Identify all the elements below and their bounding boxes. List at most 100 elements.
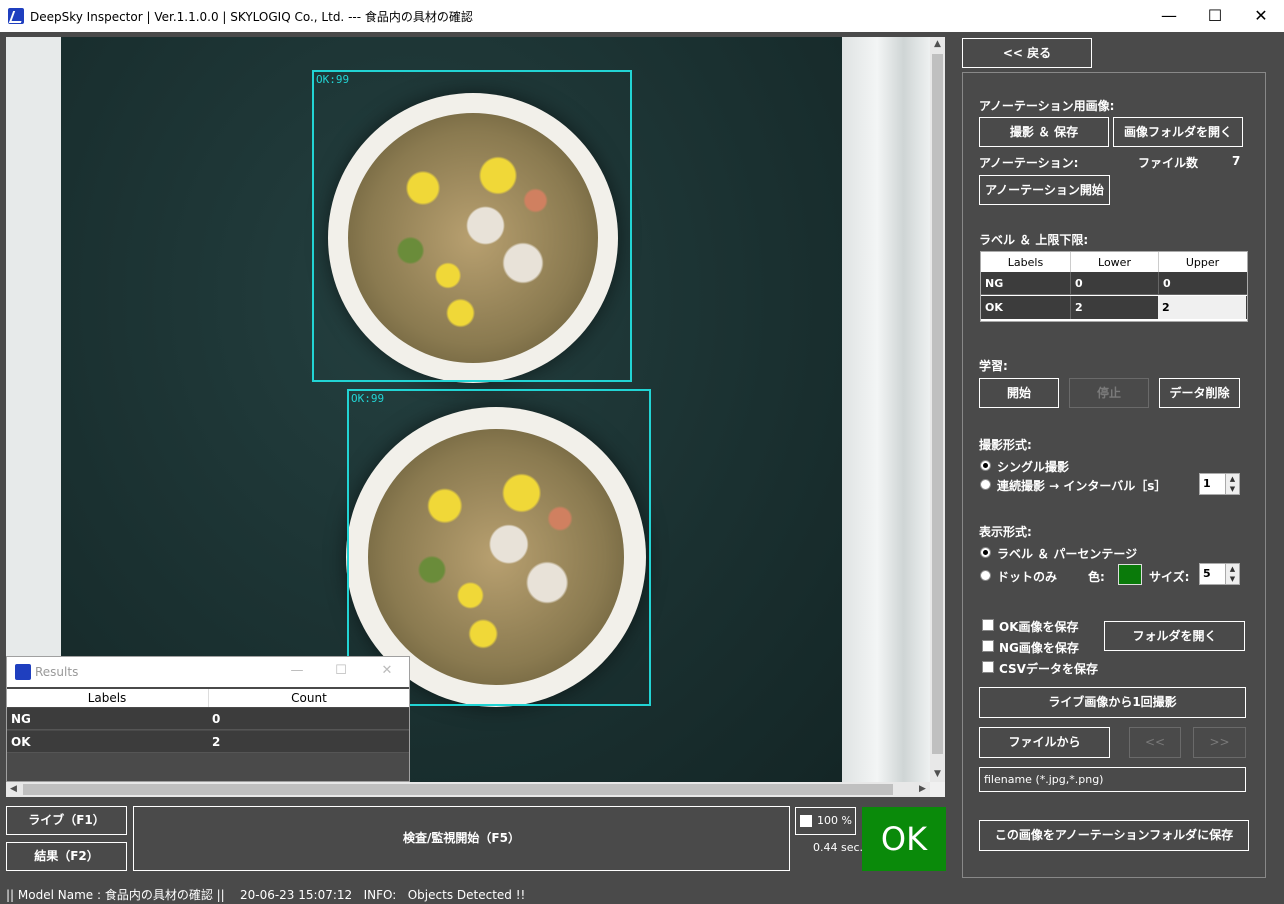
display-dots-radio[interactable] xyxy=(980,570,991,581)
scroll-up-icon[interactable]: ▲ xyxy=(930,37,945,52)
status-text: || Model Name : 食品内の具材の確認 || 20-06-23 15… xyxy=(6,888,526,902)
save-ok-label: OK画像を保存 xyxy=(999,620,1079,634)
label-limits-heading: ラベル ＆ 上限下限: xyxy=(979,233,1089,247)
table-header: Labels Lower Upper xyxy=(981,252,1247,272)
column-header-lower: Lower xyxy=(1070,252,1158,272)
file-count-label: ファイル数 xyxy=(1138,156,1199,170)
vertical-scrollbar[interactable]: ▲ ▼ xyxy=(930,37,945,782)
vertical-scroll-thumb[interactable] xyxy=(932,54,943,754)
train-stop-button[interactable]: 停止 xyxy=(1069,378,1149,408)
inference-time: 0.44 sec. xyxy=(813,841,864,854)
table-row[interactable]: OK 2 xyxy=(7,731,409,753)
display-label-percent-label: ラベル ＆ パーセンテージ xyxy=(997,547,1138,561)
close-button[interactable]: ✕ xyxy=(1238,0,1284,32)
row-label: OK xyxy=(985,301,1003,314)
row-upper-editing[interactable]: 2 xyxy=(1158,296,1246,319)
prev-image-button[interactable]: << xyxy=(1129,727,1181,758)
scroll-left-icon[interactable]: ◀ xyxy=(6,782,21,797)
capture-continuous-radio[interactable] xyxy=(980,479,991,490)
results-window[interactable]: Results — ☐ ✕ Labels Count NG 0 OK 2 xyxy=(6,656,410,782)
app-logo-icon xyxy=(8,8,24,24)
result-button[interactable]: 結果（F2） xyxy=(6,842,127,871)
back-button[interactable]: << 戻る xyxy=(962,38,1092,68)
title-bar: DeepSky Inspector | Ver.1.1.0.0 | SKYLOG… xyxy=(0,0,1284,32)
row-label: OK xyxy=(11,735,31,749)
results-maximize-button[interactable]: ☐ xyxy=(331,663,351,678)
save-to-annotation-button[interactable]: この画像をアノーテーションフォルダに保存 xyxy=(979,820,1249,851)
percent-label: 100 % xyxy=(817,814,852,827)
results-grid-header: Labels Count xyxy=(7,689,409,707)
display-label-percent-radio[interactable] xyxy=(980,547,991,558)
status-bar: || Model Name : 食品内の具材の確認 || 20-06-23 15… xyxy=(0,882,1284,904)
save-csv-label: CSVデータを保存 xyxy=(999,662,1098,676)
detection-label: OK:99 xyxy=(351,392,385,405)
open-image-folder-button[interactable]: 画像フォルダを開く xyxy=(1113,117,1243,147)
size-stepper[interactable]: 5 ▲ ▼ xyxy=(1199,563,1240,585)
interval-stepper[interactable]: 1 ▲ ▼ xyxy=(1199,473,1240,495)
filename-input[interactable]: filename (*.jpg,*.png) xyxy=(979,767,1246,792)
results-minimize-button[interactable]: — xyxy=(287,663,307,678)
row-count: 2 xyxy=(212,735,221,749)
from-file-button[interactable]: ファイルから xyxy=(979,727,1110,758)
column-header-labels: Labels xyxy=(1007,256,1044,269)
capture-single-radio[interactable] xyxy=(980,460,991,471)
column-header-count: Count xyxy=(208,689,409,707)
minimize-button[interactable]: — xyxy=(1146,0,1192,32)
maximize-button[interactable]: ☐ xyxy=(1192,0,1238,32)
column-header-labels: Labels xyxy=(87,691,127,705)
stepper-down-icon[interactable]: ▼ xyxy=(1225,484,1239,494)
stepper-up-icon[interactable]: ▲ xyxy=(1225,564,1239,574)
file-count-value: 7 xyxy=(1232,154,1241,168)
capture-once-button[interactable]: ライブ画像から1回撮影 xyxy=(979,687,1246,718)
inspect-start-button[interactable]: 検査/監視開始（F5） xyxy=(133,806,790,871)
dot-color-picker[interactable] xyxy=(1118,564,1142,585)
table-row[interactable]: OK 2 2 xyxy=(981,296,1247,319)
scroll-right-icon[interactable]: ▶ xyxy=(915,782,930,797)
row-lower[interactable]: 0 xyxy=(1070,272,1158,295)
horizontal-scroll-thumb[interactable] xyxy=(23,784,893,795)
save-ng-checkbox[interactable] xyxy=(982,640,994,652)
annotation-image-heading: アノーテーション用画像: xyxy=(979,99,1115,113)
stepper-up-icon[interactable]: ▲ xyxy=(1225,474,1239,484)
result-indicator: OK xyxy=(862,807,946,871)
annotation-heading: アノーテーション: xyxy=(979,156,1079,170)
app-logo-icon xyxy=(15,664,31,680)
horizontal-scrollbar[interactable]: ◀ ▶ xyxy=(6,782,930,797)
detection-label: OK:99 xyxy=(316,73,350,86)
table-row[interactable]: NG 0 0 xyxy=(981,272,1247,295)
table-row[interactable]: NG 0 xyxy=(7,708,409,730)
capture-mode-heading: 撮影形式: xyxy=(979,438,1032,452)
interval-value[interactable]: 1 xyxy=(1203,477,1211,490)
percent-checkbox[interactable] xyxy=(800,815,812,827)
training-heading: 学習: xyxy=(979,359,1008,373)
train-start-button[interactable]: 開始 xyxy=(979,378,1059,408)
annotation-start-button[interactable]: アノーテーション開始 xyxy=(979,175,1110,205)
column-header-upper: Upper xyxy=(1158,252,1246,272)
row-upper[interactable]: 0 xyxy=(1158,272,1246,295)
stepper-down-icon[interactable]: ▼ xyxy=(1225,574,1239,584)
row-lower[interactable]: 2 xyxy=(1070,296,1158,319)
row-label: NG xyxy=(985,277,1004,290)
scrollbar-corner xyxy=(930,782,945,797)
open-folder-button[interactable]: フォルダを開く xyxy=(1104,621,1245,651)
next-image-button[interactable]: >> xyxy=(1193,727,1246,758)
capture-save-button[interactable]: 撮影 ＆ 保存 xyxy=(979,117,1109,147)
data-delete-button[interactable]: データ削除 xyxy=(1159,378,1240,408)
size-value[interactable]: 5 xyxy=(1203,567,1211,580)
row-count: 0 xyxy=(212,712,221,726)
capture-single-label: シングル撮影 xyxy=(997,460,1070,474)
results-title-bar[interactable]: Results — ☐ ✕ xyxy=(7,657,409,687)
window-title: DeepSky Inspector | Ver.1.1.0.0 | SKYLOG… xyxy=(30,10,473,24)
live-button[interactable]: ライブ（F1） xyxy=(6,806,127,835)
save-ok-checkbox[interactable] xyxy=(982,619,994,631)
size-label: サイズ: xyxy=(1149,570,1190,584)
results-title: Results xyxy=(35,665,79,679)
display-mode-heading: 表示形式: xyxy=(979,525,1032,539)
capture-continuous-label: 連続撮影 → インターバル［s］ xyxy=(997,479,1167,493)
scene-background-right xyxy=(842,37,930,782)
results-close-button[interactable]: ✕ xyxy=(377,663,397,678)
percent-toggle[interactable]: 100 % xyxy=(795,807,856,835)
save-csv-checkbox[interactable] xyxy=(982,661,994,673)
label-limits-table[interactable]: Labels Lower Upper NG 0 0 OK 2 2 xyxy=(980,251,1248,322)
scroll-down-icon[interactable]: ▼ xyxy=(930,767,945,782)
